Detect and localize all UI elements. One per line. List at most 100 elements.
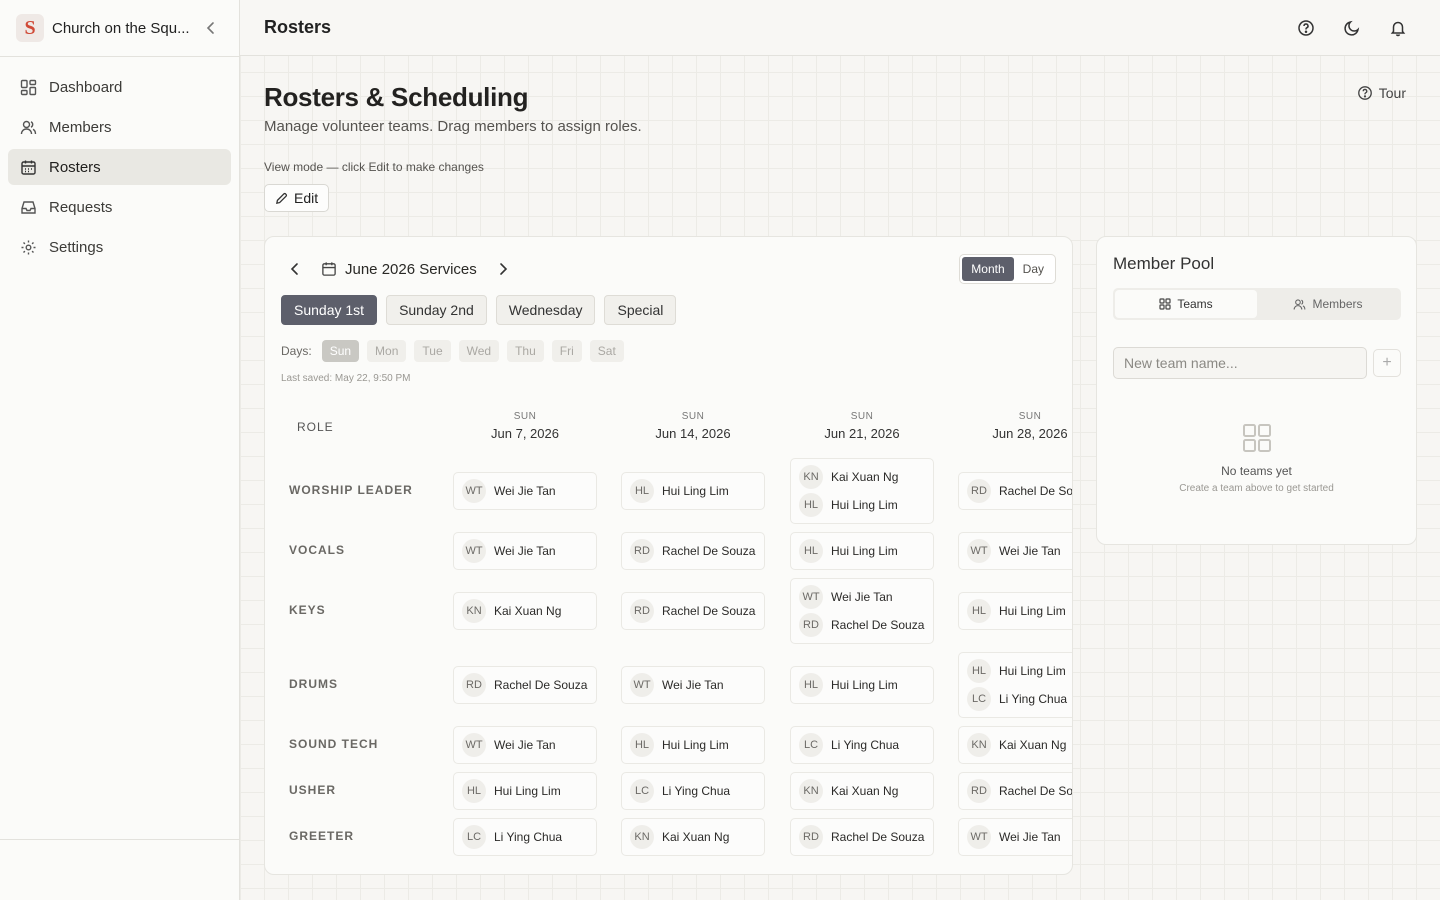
roster-cell[interactable]: HL Hui Ling Lim [621,726,765,764]
view-month-button[interactable]: Month [962,257,1014,281]
assigned-member[interactable]: KN Kai Xuan Ng [630,823,756,851]
roster-cell[interactable]: KN Kai Xuan Ng [790,772,934,810]
roster-cell[interactable]: KN Kai Xuan Ng HL Hui Ling Lim [790,458,934,524]
assigned-member[interactable]: HL Hui Ling Lim [799,537,925,565]
view-day-button[interactable]: Day [1014,257,1053,281]
tab-sunday-2nd[interactable]: Sunday 2nd [386,295,487,325]
assigned-member[interactable]: LC Li Ying Chua [967,685,1072,713]
roster-cell[interactable]: RD Rachel De Souza [621,532,765,570]
tab-special[interactable]: Special [604,295,677,325]
assigned-member[interactable]: RD Rachel De Souza [630,537,756,565]
roster-cell[interactable]: HL Hui Ling Lim [453,772,597,810]
roster-cell[interactable]: WT Wei Jie Tan RD Rachel De Souza [790,578,934,644]
assigned-member[interactable]: WT Wei Jie Tan [462,537,588,565]
roster-cell[interactable]: HL Hui Ling Lim [790,666,934,704]
assigned-member[interactable]: HL Hui Ling Lim [462,777,588,805]
help-button[interactable] [1288,10,1324,46]
assigned-member[interactable]: LC Li Ying Chua [630,777,756,805]
roster-cell[interactable]: KN Kai Xuan Ng [621,818,765,856]
next-month-button[interactable] [493,259,513,279]
sidebar-item-requests[interactable]: Requests [8,189,231,225]
roster-cell[interactable]: WT Wei Jie Tan [621,666,765,704]
roster-cell[interactable]: LC Li Ying Chua [790,726,934,764]
assigned-member[interactable]: LC Li Ying Chua [799,731,925,759]
roster-cell[interactable]: WT Wei Jie Tan [453,532,597,570]
org-name[interactable]: Church on the Squ... [52,20,191,37]
roster-cell[interactable]: RD Rachel De Souza [958,772,1072,810]
assigned-member[interactable]: WT Wei Jie Tan [462,731,588,759]
roster-cell[interactable]: RD Rachel De Souza [621,592,765,630]
day-chip-wed[interactable]: Wed [458,340,500,362]
collapse-sidebar-button[interactable] [199,16,223,40]
roster-cell[interactable]: WT Wei Jie Tan [958,532,1072,570]
page-title: Rosters & Scheduling [264,82,529,112]
assigned-member[interactable]: HL Hui Ling Lim [799,491,925,519]
member-name: Hui Ling Lim [494,784,561,798]
assigned-member[interactable]: KN Kai Xuan Ng [967,731,1072,759]
roster-cell[interactable]: WT Wei Jie Tan [453,472,597,510]
roster-cell[interactable]: WT Wei Jie Tan [958,818,1072,856]
roster-cell[interactable]: KN Kai Xuan Ng [453,592,597,630]
tour-button[interactable]: Tour [1357,85,1406,101]
assigned-member[interactable]: KN Kai Xuan Ng [799,463,925,491]
edit-button[interactable]: Edit [264,184,330,212]
roster-cell[interactable]: HL Hui Ling Lim [958,592,1072,630]
bell-icon [1390,21,1406,36]
add-team-button[interactable]: + [1373,349,1401,377]
sidebar-item-rosters[interactable]: Rosters [8,149,231,185]
new-team-name-input[interactable] [1113,347,1367,379]
assigned-member[interactable]: KN Kai Xuan Ng [462,597,588,625]
day-chip-mon[interactable]: Mon [367,340,407,362]
tab-teams-label: Teams [1177,297,1213,311]
roster-cell[interactable]: LC Li Ying Chua [453,818,597,856]
roster-cell[interactable]: RD Rachel De Souza [453,666,597,704]
theme-toggle-button[interactable] [1334,10,1370,46]
tab-wednesday[interactable]: Wednesday [495,295,596,325]
column-date: Jun 28, 2026 [992,426,1068,441]
assigned-member[interactable]: RD Rachel De Souza [799,611,925,639]
notifications-button[interactable] [1380,10,1416,46]
tab-members[interactable]: Members [1257,290,1399,318]
assigned-member[interactable]: HL Hui Ling Lim [799,671,925,699]
assigned-member[interactable]: RD Rachel De Souza [967,777,1072,805]
avatar: HL [630,733,654,757]
tab-sunday-1st[interactable]: Sunday 1st [281,295,378,325]
assigned-member[interactable]: WT Wei Jie Tan [462,477,588,505]
roster-cell[interactable]: RD Rachel De Souza [790,818,934,856]
roster-cell[interactable]: KN Kai Xuan Ng [958,726,1072,764]
day-chip-sun[interactable]: Sun [321,340,360,362]
member-name: Hui Ling Lim [999,604,1066,618]
grid-icon [1159,298,1171,310]
day-chip-fri[interactable]: Fri [551,340,582,362]
page-subtitle: Manage volunteer teams. Drag members to … [264,118,642,135]
assigned-member[interactable]: WT Wei Jie Tan [967,537,1072,565]
day-chip-tue[interactable]: Tue [414,340,451,362]
assigned-member[interactable]: RD Rachel De Souza [967,477,1072,505]
previous-month-button[interactable] [285,259,305,279]
month-picker[interactable]: June 2026 Services [321,261,477,278]
sidebar-item-settings[interactable]: Settings [8,229,231,265]
assigned-member[interactable]: KN Kai Xuan Ng [799,777,925,805]
roster-cell[interactable]: RD Rachel De Souza [958,472,1072,510]
roster-cell[interactable]: LC Li Ying Chua [621,772,765,810]
assigned-member[interactable]: HL Hui Ling Lim [967,657,1072,685]
day-chip-thu[interactable]: Thu [507,340,544,362]
assigned-member[interactable]: RD Rachel De Souza [462,671,588,699]
assigned-member[interactable]: RD Rachel De Souza [799,823,925,851]
assigned-member[interactable]: HL Hui Ling Lim [967,597,1072,625]
assigned-member[interactable]: HL Hui Ling Lim [630,477,756,505]
roster-cell[interactable]: HL Hui Ling Lim LC Li Ying Chua [958,652,1072,718]
assigned-member[interactable]: WT Wei Jie Tan [630,671,756,699]
sidebar-item-members[interactable]: Members [8,109,231,145]
day-chip-sat[interactable]: Sat [589,340,624,362]
assigned-member[interactable]: WT Wei Jie Tan [967,823,1072,851]
assigned-member[interactable]: HL Hui Ling Lim [630,731,756,759]
tab-teams[interactable]: Teams [1115,290,1257,318]
roster-cell[interactable]: WT Wei Jie Tan [453,726,597,764]
roster-cell[interactable]: HL Hui Ling Lim [621,472,765,510]
roster-cell[interactable]: HL Hui Ling Lim [790,532,934,570]
assigned-member[interactable]: LC Li Ying Chua [462,823,588,851]
sidebar-item-dashboard[interactable]: Dashboard [8,69,231,105]
assigned-member[interactable]: WT Wei Jie Tan [799,583,925,611]
assigned-member[interactable]: RD Rachel De Souza [630,597,756,625]
